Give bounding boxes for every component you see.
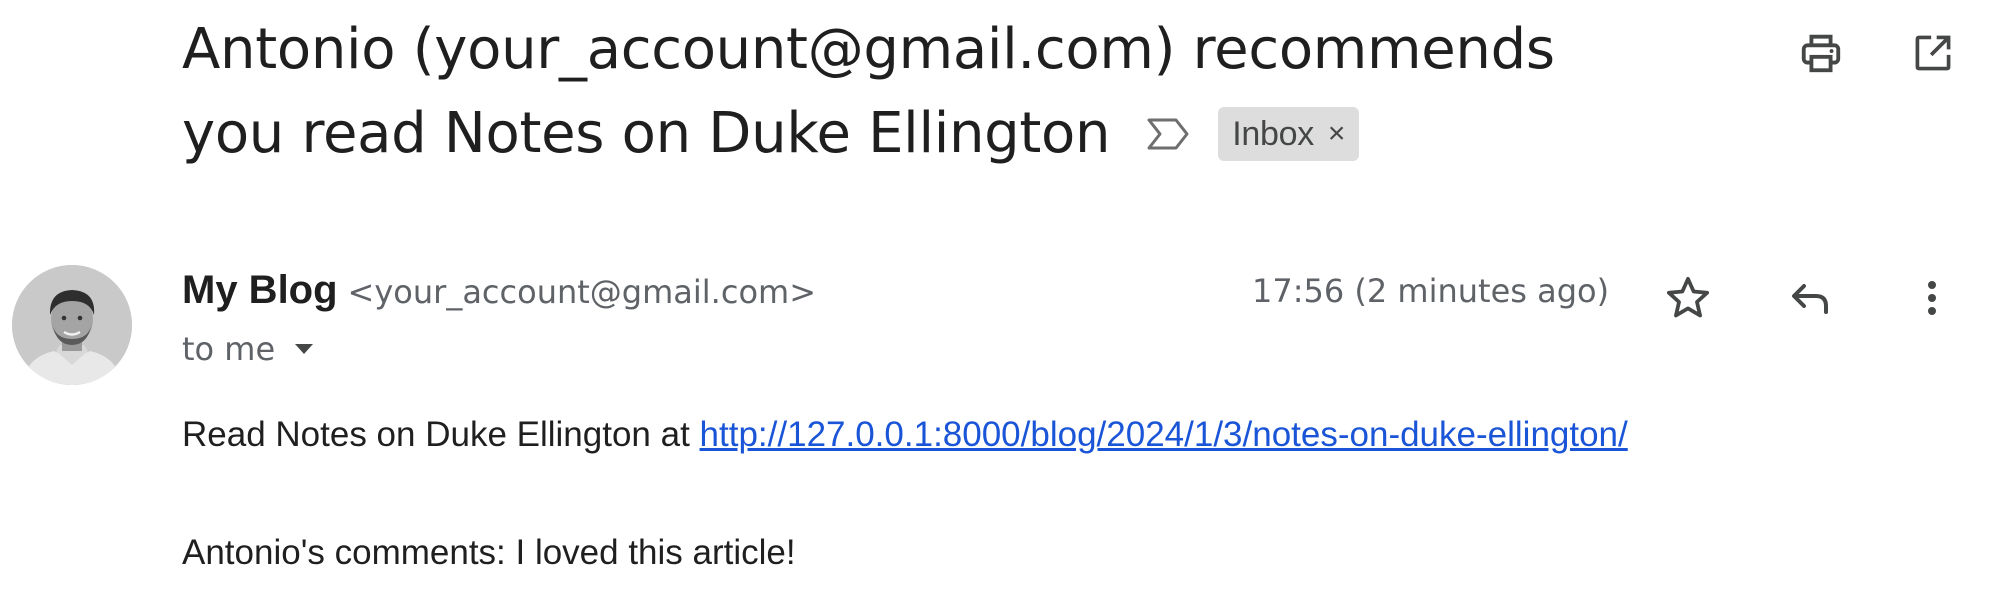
print-all-button[interactable] <box>1796 28 1846 78</box>
print-icon <box>1801 34 1841 73</box>
article-link[interactable]: http://127.0.0.1:8000/blog/2024/1/3/note… <box>700 415 1628 454</box>
remove-label-button[interactable]: × <box>1328 107 1346 161</box>
sender-email: <your_account@gmail.com> <box>347 273 816 311</box>
more-vert-icon <box>1928 281 1936 315</box>
reply-icon <box>1792 284 1828 314</box>
sender-avatar[interactable] <box>12 265 132 385</box>
star-button[interactable] <box>1660 270 1716 326</box>
subject-line-2-row: you read Notes on Duke Ellington Inbox × <box>182 92 1742 176</box>
sender-name[interactable]: My Blog <box>182 268 338 313</box>
open-in-new-window-button[interactable] <box>1908 28 1958 78</box>
subject-line-1: Antonio (your_account@gmail.com) recomme… <box>182 17 1555 82</box>
label-chip-inbox: Inbox × <box>1218 107 1360 161</box>
avatar-photo <box>12 265 132 385</box>
recipient-info: to me <box>182 330 317 368</box>
importance-marker-icon[interactable] <box>1146 114 1190 154</box>
message-body-line-2: Antonio's comments: I loved this article… <box>182 533 796 572</box>
show-details-button[interactable] <box>291 336 317 362</box>
recipient-label: to me <box>182 330 276 368</box>
open-in-new-window-icon <box>1915 35 1951 71</box>
reply-button[interactable] <box>1782 270 1838 326</box>
message-body-line-1: Read Notes on Duke Ellington at http://1… <box>182 415 1628 455</box>
body-text-prefix: Read Notes on Duke Ellington at <box>182 415 700 454</box>
more-options-button[interactable] <box>1904 270 1960 326</box>
email-subject: Antonio (your_account@gmail.com) recomme… <box>182 8 1742 176</box>
message-timestamp: 17:56 (2 minutes ago) <box>1252 272 1610 310</box>
subject-line-2: you read Notes on Duke Ellington <box>182 101 1111 166</box>
arrow-drop-down-icon <box>295 344 314 354</box>
label-chip-text: Inbox <box>1232 115 1314 153</box>
star-icon <box>1666 276 1710 318</box>
email-view: Antonio (your_account@gmail.com) recomme… <box>0 0 2000 589</box>
sender-info: My Blog <your_account@gmail.com> <box>182 268 816 324</box>
